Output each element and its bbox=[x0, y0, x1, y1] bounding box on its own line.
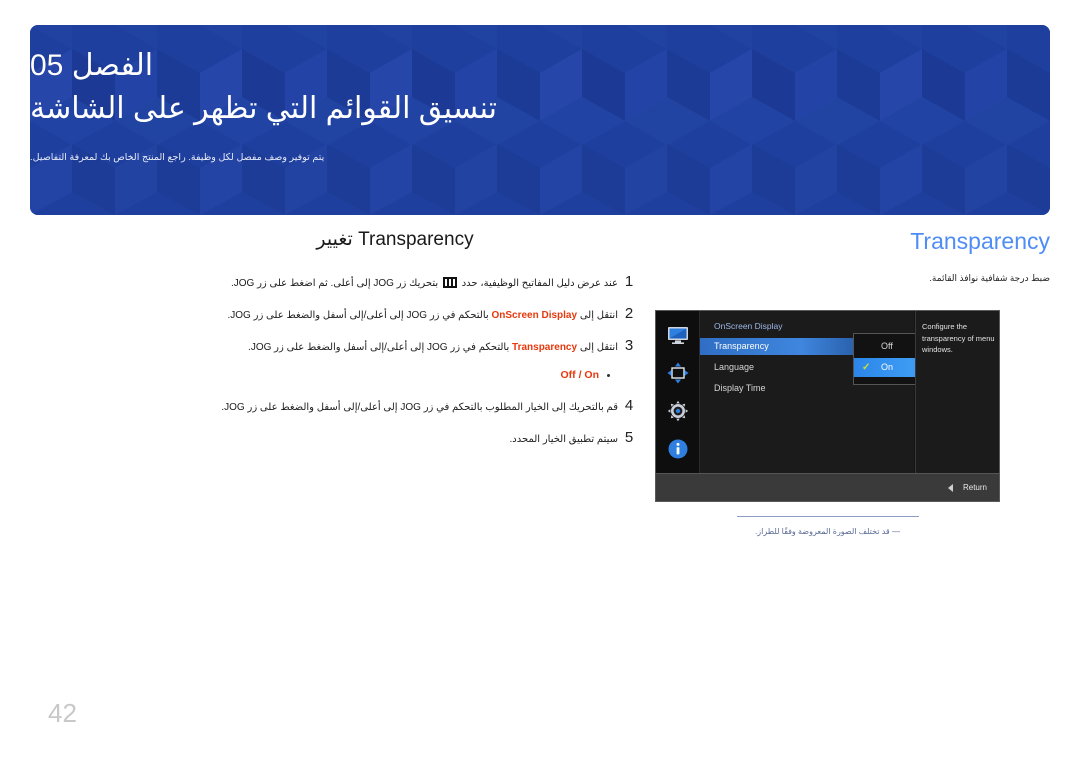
step-item: 2 انتقل إلى OnScreen Display بالتحكم في … bbox=[150, 305, 640, 324]
step-number: 3 bbox=[624, 337, 634, 354]
step-text-post: بالتحكم في زر JOG إلى أعلى/إلى أسفل والض… bbox=[227, 310, 492, 321]
step-keyword: Transparency bbox=[512, 342, 578, 353]
chapter-subtitle: يتم توفير وصف مفصل لكل وظيفة. راجع المنت… bbox=[30, 152, 325, 163]
step-number: 1 bbox=[624, 273, 634, 290]
step-keyword: OnScreen Display bbox=[491, 310, 578, 321]
osd-sidebar bbox=[656, 311, 700, 473]
osd-screenshot: OnScreen Display Transparency Language D… bbox=[655, 310, 1000, 502]
page-number: 42 bbox=[48, 698, 77, 728]
section-heading-en: Transparency bbox=[358, 229, 474, 250]
osd-bottom-bar: Return bbox=[656, 473, 999, 501]
page-header-banner: الفصل 05 تنسيق القوائم التي تظهر على الش… bbox=[30, 25, 1050, 215]
bullet-dot-icon bbox=[607, 373, 610, 377]
footnote-text: ― قد تختلف الصورة المعروضة وفقًا للطراز. bbox=[755, 527, 900, 536]
display-icon[interactable] bbox=[666, 323, 690, 347]
menu-bars-icon bbox=[442, 277, 457, 288]
step-text: قم بالتحريك إلى الخيار المطلوب بالتحكم ف… bbox=[221, 402, 618, 413]
step-item: 3 انتقل إلى Transparency بالتحكم في زر J… bbox=[150, 337, 640, 356]
step-text: سيتم تطبيق الخيار المحدد. bbox=[509, 434, 618, 445]
step-item: 1 عند عرض دليل المفاتيح الوظيفية، حدد بت… bbox=[150, 273, 640, 292]
step-text-post: بتحريك زر JOG إلى أعلى. ثم اضغط على زر J… bbox=[230, 278, 441, 289]
osd-menu-panel: OnScreen Display Transparency Language D… bbox=[700, 311, 980, 473]
checkmark-icon: ✓ bbox=[862, 362, 871, 373]
osd-inner: OnScreen Display Transparency Language D… bbox=[656, 311, 999, 473]
step-text-pre: انتقل إلى bbox=[577, 310, 618, 321]
osd-option-off-label: Off bbox=[881, 341, 893, 351]
step-number: 2 bbox=[624, 305, 634, 322]
back-arrow-icon[interactable] bbox=[947, 483, 953, 492]
step-text: انتقل إلى Transparency بالتحكم في زر JOG… bbox=[150, 337, 618, 356]
step-text-post: بالتحكم في زر JOG إلى أعلى/إلى أسفل والض… bbox=[248, 342, 513, 353]
step-number: 5 bbox=[624, 429, 634, 446]
step-number: 4 bbox=[624, 397, 634, 414]
bullet-label: Off / On bbox=[560, 369, 600, 381]
feature-column: Transparency ضبط درجة شفافية نوافذ القائ… bbox=[655, 228, 1050, 285]
info-icon[interactable] bbox=[666, 437, 690, 461]
section-heading: Transparency تغيير bbox=[150, 228, 640, 251]
steps-column: Transparency تغيير 1 عند عرض دليل المفات… bbox=[150, 228, 640, 461]
chapter-title: تنسيق القوائم التي تظهر على الشاشة bbox=[30, 91, 498, 125]
gear-icon[interactable] bbox=[666, 399, 690, 423]
section-heading-ar: تغيير bbox=[316, 229, 353, 250]
step-item: 5 سيتم تطبيق الخيار المحدد. bbox=[150, 429, 640, 448]
option-bullet: Off / On bbox=[150, 369, 640, 381]
feature-description: ضبط درجة شفافية نوافذ القائمة. bbox=[929, 273, 1050, 283]
resize-arrows-icon[interactable] bbox=[666, 361, 690, 385]
feature-title: Transparency bbox=[910, 228, 1050, 254]
osd-return-label[interactable]: Return bbox=[963, 483, 987, 492]
step-text-pre: انتقل إلى bbox=[577, 342, 618, 353]
step-text-pre: عند عرض دليل المفاتيح الوظيفية، حدد bbox=[458, 278, 618, 289]
step-item: 4 قم بالتحريك إلى الخيار المطلوب بالتحكم… bbox=[150, 397, 640, 416]
footnote-block: ― قد تختلف الصورة المعروضة وفقًا للطراز. bbox=[655, 516, 1000, 538]
osd-option-on-label: On bbox=[881, 362, 894, 372]
step-text: انتقل إلى OnScreen Display بالتحكم في زر… bbox=[150, 305, 619, 324]
footnote-divider bbox=[736, 516, 919, 517]
step-text: عند عرض دليل المفاتيح الوظيفية، حدد بتحر… bbox=[150, 273, 618, 292]
osd-help-text: Configure the transparency of menu windo… bbox=[915, 311, 999, 473]
chapter-label: الفصل 05 bbox=[30, 49, 154, 82]
